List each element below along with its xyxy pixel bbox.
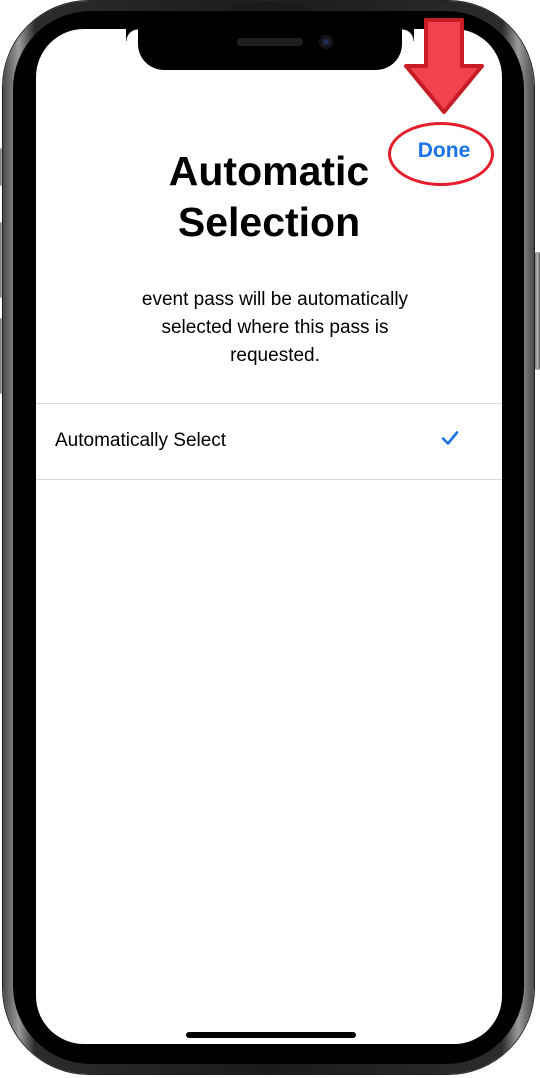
annotation-arrow-icon [404,18,484,114]
notch-corner-left [126,29,138,41]
notch [138,29,402,70]
checkmark-icon [441,431,459,445]
divider-bottom [36,479,502,480]
device-mockup: Done Automatic Selection event pass will… [0,0,540,1078]
front-camera-icon [319,35,333,49]
description-text: event pass will be automatically selecte… [141,289,409,366]
annotation-circle [388,122,494,186]
earpiece-speaker [237,38,303,46]
option-label: Automatically Select [55,430,227,451]
home-indicator[interactable] [186,1032,356,1038]
option-row-automatically-select[interactable]: Automatically Select [36,404,502,478]
page-title-line-2: Selection [177,199,361,245]
power-button [535,252,540,370]
